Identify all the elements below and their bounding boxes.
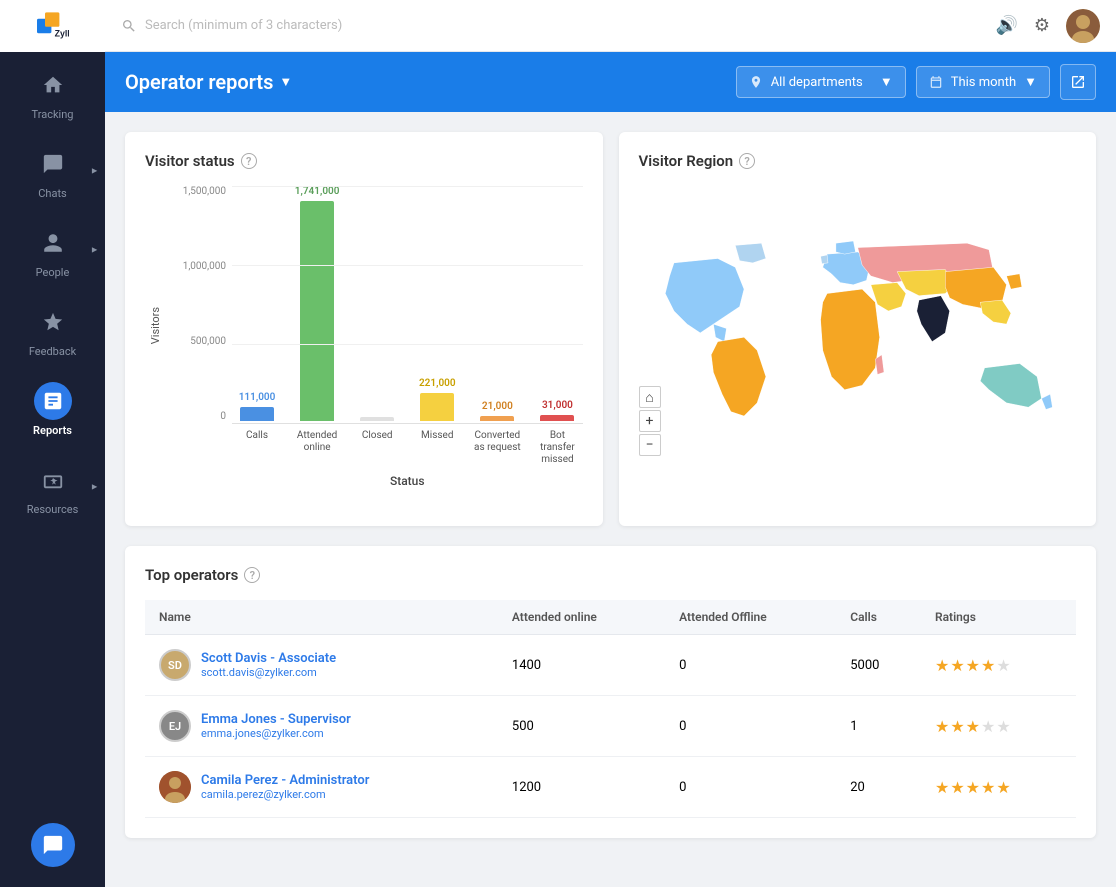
sidebar-item-label: Reports (33, 424, 72, 437)
operator-avatar (159, 771, 191, 803)
department-dropdown[interactable]: All departments ▼ (736, 66, 906, 98)
y-tick: 500,000 (190, 336, 226, 347)
operator-attended-offline: 0 (665, 757, 836, 818)
operator-attended-offline: 0 (665, 696, 836, 757)
operators-table: Name Attended online Attended Offline Ca… (145, 600, 1076, 818)
table-row: SD Scott Davis - Associate scott.davis@z… (145, 635, 1076, 696)
settings-icon[interactable]: ⚙ (1034, 15, 1050, 36)
operator-avatar: EJ (159, 710, 191, 742)
operator-attended-online: 500 (498, 696, 665, 757)
search-icon (121, 18, 137, 34)
user-avatar[interactable] (1066, 9, 1100, 43)
operator-name: Emma Jones - Supervisor (201, 712, 351, 727)
map-zoom-in-button[interactable]: + (639, 410, 661, 432)
header-controls: All departments ▼ This month ▼ (736, 64, 1096, 100)
svg-text:Zylker: Zylker (54, 28, 68, 38)
operator-name-cell: Camila Perez - Administrator camila.pere… (159, 771, 484, 803)
topbar: Search (minimum of 3 characters) 🔊 ⚙ (105, 0, 1116, 52)
bar-calls: 111,000 (232, 392, 282, 421)
col-ratings: Ratings (921, 600, 1076, 635)
operator-email: scott.davis@zylker.com (201, 666, 336, 679)
sidebar-item-chats[interactable]: Chats ► (0, 131, 105, 210)
sidebar-item-people[interactable]: People ► (0, 210, 105, 289)
search-wrap: Search (minimum of 3 characters) (121, 18, 983, 34)
sidebar-item-label: Chats (38, 187, 66, 200)
operator-attended-offline: 0 (665, 635, 836, 696)
chevron-right-icon: ► (90, 244, 99, 255)
bar-closed (352, 413, 402, 421)
operator-rating: ★★★★★ (921, 696, 1076, 757)
search-placeholder: Search (minimum of 3 characters) (145, 18, 342, 33)
col-name: Name (145, 600, 498, 635)
visitor-status-title: Visitor status ? (145, 152, 583, 170)
operator-name-cell: SD Scott Davis - Associate scott.davis@z… (159, 649, 484, 681)
col-calls: Calls (836, 600, 921, 635)
operator-name-cell: EJ Emma Jones - Supervisor emma.jones@zy… (159, 710, 484, 742)
col-attended-offline: Attended Offline (665, 600, 836, 635)
content-area: Visitor status ? Visitors 1,500,000 1,00… (105, 112, 1116, 887)
sidebar-item-resources[interactable]: Resources ► (0, 447, 105, 526)
operator-email: camila.perez@zylker.com (201, 788, 369, 801)
sidebar-item-label: People (36, 266, 70, 279)
help-icon[interactable]: ? (241, 153, 257, 169)
dropdown-chevron: ▼ (880, 74, 893, 90)
operator-name: Scott Davis - Associate (201, 651, 336, 666)
world-map (639, 216, 1077, 476)
topbar-icons: 🔊 ⚙ (995, 9, 1100, 43)
map-container: ⌂ + − (639, 186, 1077, 506)
logo: Zylker (0, 0, 105, 52)
bar-converted: 21,000 (472, 401, 522, 421)
bar-bot-missed: 31,000 (532, 400, 582, 421)
sidebar-item-label: Feedback (29, 345, 76, 358)
live-chat-button[interactable] (31, 823, 75, 867)
y-tick: 0 (220, 411, 226, 422)
table-row: EJ Emma Jones - Supervisor emma.jones@zy… (145, 696, 1076, 757)
visitor-region-card: Visitor Region ? (619, 132, 1097, 526)
map-zoom-out-button[interactable]: − (639, 434, 661, 456)
visitor-status-card: Visitor status ? Visitors 1,500,000 1,00… (125, 132, 603, 526)
operator-name: Camila Perez - Administrator (201, 773, 369, 788)
main-area: Search (minimum of 3 characters) 🔊 ⚙ Ope… (105, 0, 1116, 887)
help-icon[interactable]: ? (739, 153, 755, 169)
operator-rating: ★★★★★ (921, 757, 1076, 818)
operator-calls: 5000 (836, 635, 921, 696)
y-tick: 1,000,000 (183, 261, 226, 272)
table-row: Camila Perez - Administrator camila.pere… (145, 757, 1076, 818)
operator-calls: 1 (836, 696, 921, 757)
bar-attended-online: 1,741,000 (292, 186, 342, 421)
y-axis-label: Visitors (145, 307, 162, 344)
operator-rating: ★★★★★ (921, 635, 1076, 696)
chevron-right-icon: ► (90, 481, 99, 492)
sidebar: Zylker Tracking Chats ► People ► Feedbac… (0, 0, 105, 887)
page-header: Operator reports ▼ All departments ▼ Thi… (105, 52, 1116, 112)
sidebar-item-label: Resources (27, 503, 79, 516)
title-dropdown-icon[interactable]: ▼ (279, 74, 292, 90)
operator-avatar: SD (159, 649, 191, 681)
time-dropdown[interactable]: This month ▼ (916, 66, 1050, 98)
chevron-right-icon: ► (90, 165, 99, 176)
sidebar-item-feedback[interactable]: Feedback (0, 289, 105, 368)
export-button[interactable] (1060, 64, 1096, 100)
volume-icon[interactable]: 🔊 (995, 15, 1017, 36)
top-operators-card: Top operators ? Name Attended online Att… (125, 546, 1096, 838)
operator-calls: 20 (836, 757, 921, 818)
page-title: Operator reports ▼ (125, 70, 292, 94)
top-operators-title: Top operators ? (145, 566, 1076, 584)
visitor-region-title: Visitor Region ? (639, 152, 1077, 170)
sidebar-item-label: Tracking (32, 108, 74, 121)
operator-email: emma.jones@zylker.com (201, 727, 351, 740)
col-attended-online: Attended online (498, 600, 665, 635)
dropdown-chevron: ▼ (1024, 74, 1037, 90)
bar-missed: 221,000 (412, 378, 462, 421)
operator-attended-online: 1400 (498, 635, 665, 696)
sidebar-item-tracking[interactable]: Tracking (0, 52, 105, 131)
map-home-button[interactable]: ⌂ (639, 386, 661, 408)
sidebar-item-reports[interactable]: Reports (0, 368, 105, 447)
charts-row: Visitor status ? Visitors 1,500,000 1,00… (125, 132, 1096, 526)
x-axis-label: Status (232, 474, 583, 488)
map-controls: ⌂ + − (639, 386, 661, 456)
operator-attended-online: 1200 (498, 757, 665, 818)
help-icon[interactable]: ? (244, 567, 260, 583)
y-tick: 1,500,000 (183, 186, 226, 197)
